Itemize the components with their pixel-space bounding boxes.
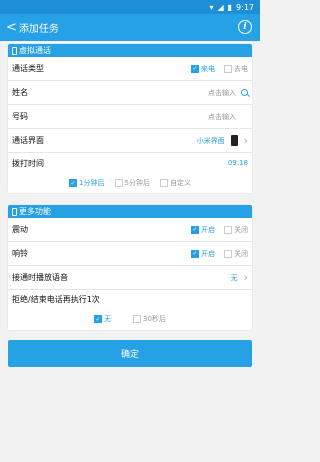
dial-time-value[interactable]: 09:18 — [228, 159, 248, 167]
search-icon[interactable] — [241, 89, 248, 96]
number-input[interactable]: 点击输入 — [208, 112, 236, 122]
phone-icon — [12, 46, 17, 55]
more-features-title: 更多功能 — [19, 207, 51, 216]
dial-time-row[interactable]: 拨打时间 09:18 — [8, 153, 252, 173]
vibrate-row: 震动 ✓ 开启 关闭 — [8, 218, 252, 242]
confirm-button[interactable]: 确定 — [8, 340, 252, 367]
page-title: 添加任务 — [18, 24, 59, 35]
call-type-row: 通话类型 ✓ 来电 去电 — [8, 57, 252, 81]
vibrate-off-checkbox[interactable]: 关闭 — [224, 225, 248, 235]
delay-5min-checkbox[interactable]: 5分钟后 — [114, 178, 150, 188]
status-time: 9:17 — [236, 2, 254, 12]
outgoing-call-checkbox[interactable]: 去电 — [224, 64, 248, 74]
voice-value: 无 — [230, 273, 238, 282]
delay-custom-checkbox[interactable]: 自定义 — [159, 178, 191, 188]
dial-time-label: 拨打时间 — [12, 158, 44, 168]
ring-label: 响铃 — [12, 249, 28, 258]
vibrate-on-checkbox[interactable]: ✓ 开启 — [191, 225, 215, 235]
interface-label: 通话界面 — [12, 136, 44, 145]
ring-row: 响铃 ✓ 开启 关闭 — [8, 242, 252, 266]
app-header: < 添加任务 i — [0, 14, 260, 41]
info-icon[interactable]: i — [238, 20, 252, 34]
chevron-right-icon: › — [243, 134, 248, 147]
more-features-header: 更多功能 — [8, 205, 252, 218]
more-features-card: 更多功能 震动 ✓ 开启 关闭 响铃 ✓ 开启 关闭 接通时播放语音 无 › 拒绝/… — [8, 205, 252, 330]
phone-preview-icon — [230, 135, 238, 146]
virtual-call-header: 虚拟通话 — [8, 44, 252, 57]
virtual-call-title: 虚拟通话 — [19, 46, 51, 55]
back-arrow-icon[interactable]: < — [6, 21, 17, 34]
interface-row[interactable]: 通话界面 小米界面 › — [8, 129, 252, 153]
delay-options-row: ✓ 1分钟后 5分钟后 自定义 — [8, 173, 252, 193]
repeat-options-row: ✓ 无 30秒后 — [8, 308, 252, 330]
repeat-none-checkbox[interactable]: ✓ 无 — [94, 314, 111, 324]
voice-label: 接通时播放语音 — [12, 273, 68, 282]
chevron-right-icon: › — [243, 271, 248, 284]
phone-icon — [12, 207, 17, 216]
repeat-label: 拒绝/结束电话再执行1次 — [12, 294, 100, 304]
battery-icon: ▮ — [227, 2, 233, 12]
interface-value: 小米界面 — [196, 136, 225, 145]
ring-on-checkbox[interactable]: ✓ 开启 — [191, 249, 215, 259]
number-label: 号码 — [12, 112, 28, 121]
call-type-label: 通话类型 — [12, 64, 44, 73]
voice-row[interactable]: 接通时播放语音 无 › — [8, 266, 252, 290]
virtual-call-card: 虚拟通话 通话类型 ✓ 来电 去电 姓名 点击输入 号码 点击输入 通话界面 小米… — [8, 44, 252, 193]
wifi-icon: ▾ — [209, 2, 214, 12]
ring-off-checkbox[interactable]: 关闭 — [224, 249, 248, 259]
signal-icon: ◢ — [217, 2, 224, 12]
delay-1min-checkbox[interactable]: ✓ 1分钟后 — [69, 178, 105, 188]
repeat-row: 拒绝/结束电话再执行1次 — [8, 290, 252, 308]
vibrate-label: 震动 — [12, 225, 28, 234]
incoming-call-checkbox[interactable]: ✓ 来电 — [191, 64, 215, 74]
status-bar: ▾ ◢ ▮ 9:17 — [0, 0, 260, 14]
name-label: 姓名 — [12, 88, 28, 97]
number-row[interactable]: 号码 点击输入 — [8, 105, 252, 129]
repeat-30s-checkbox[interactable]: 30秒后 — [133, 314, 166, 324]
name-input[interactable]: 点击输入 — [208, 88, 236, 98]
name-row[interactable]: 姓名 点击输入 — [8, 81, 252, 105]
